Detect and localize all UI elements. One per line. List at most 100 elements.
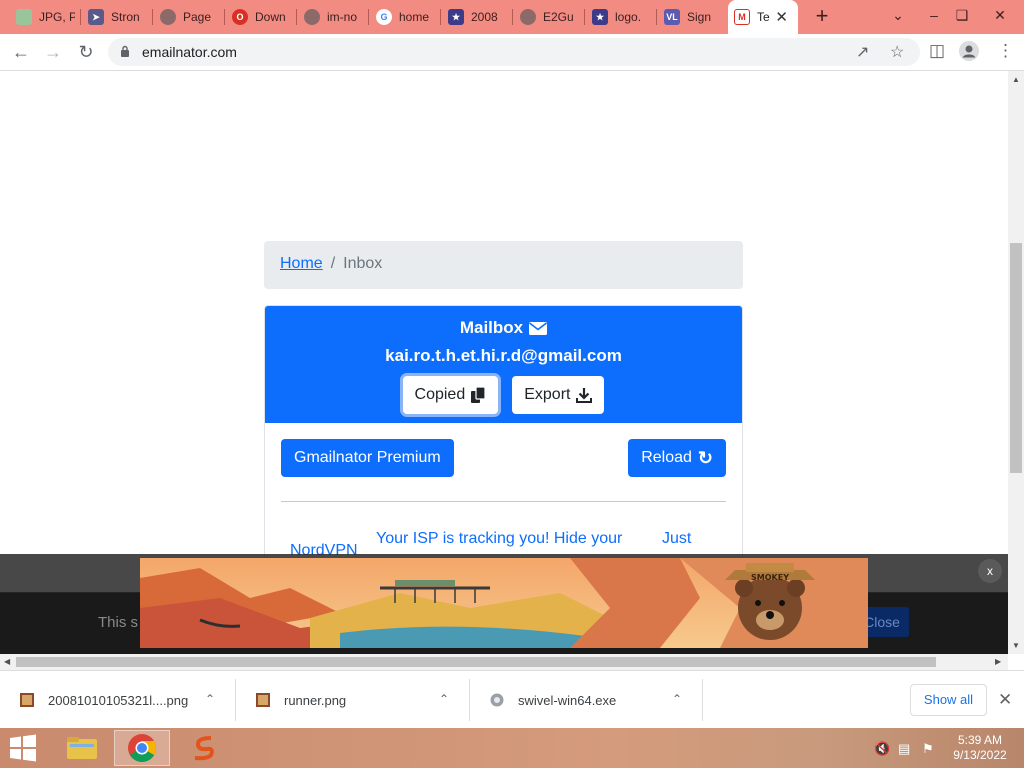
tab-separator: [368, 9, 369, 25]
tab-label: Stron: [111, 10, 140, 24]
tab-2[interactable]: ➤ Stron: [82, 4, 150, 30]
download-item[interactable]: swivel-win64.exe ⌃: [470, 679, 703, 721]
breadcrumb: Home / Inbox: [264, 241, 743, 289]
mailbox-email: kai.ro.t.h.et.hi.r.d@gmail.com: [385, 346, 622, 365]
chevron-up-icon[interactable]: ⌃: [439, 692, 449, 706]
minimize-icon[interactable]: –: [922, 3, 946, 27]
restore-icon[interactable]: ❏: [950, 3, 974, 27]
reload-label: Reload: [641, 449, 692, 466]
scroll-up-arrow[interactable]: ▲: [1012, 75, 1020, 84]
tab-label: 2008: [471, 10, 498, 24]
horizontal-scrollbar[interactable]: ◀ ▶: [0, 654, 1008, 670]
opera-icon: O: [232, 9, 248, 25]
tab-6[interactable]: G home: [370, 4, 438, 30]
envelope-icon: [529, 321, 548, 335]
tab-9[interactable]: ★ logo.: [586, 4, 654, 30]
image-file-icon: [256, 693, 270, 707]
close-window-icon[interactable]: ✕: [988, 3, 1012, 27]
taskbar-app[interactable]: [176, 730, 232, 766]
show-all-downloads-button[interactable]: Show all: [910, 684, 987, 716]
system-clock[interactable]: 5:39 AM 9/13/2022: [948, 733, 1012, 763]
scroll-right-arrow[interactable]: ▶: [995, 657, 1001, 666]
chrome-icon: [128, 734, 156, 762]
ad-close-button[interactable]: x: [978, 559, 1002, 583]
browser-toolbar: ← → ↻ emailnator.com ↗ ☆ ◫ ⋮: [0, 34, 1024, 71]
ad-badge-text: SMOKEY: [751, 573, 789, 582]
tab-label: home: [399, 10, 430, 24]
breadcrumb-home-link[interactable]: Home: [280, 255, 323, 272]
tab-8[interactable]: E2Gu: [514, 4, 582, 30]
copy-email-button[interactable]: Copied: [402, 376, 499, 414]
gmail-icon: M: [734, 9, 750, 25]
volume-muted-icon[interactable]: 🔇: [874, 741, 890, 757]
gmailnator-premium-button[interactable]: Gmailnator Premium: [281, 439, 454, 477]
download-item[interactable]: 20081010105321l....png ⌃: [0, 679, 236, 721]
message-time[interactable]: Just: [662, 530, 691, 548]
refresh-icon: ↻: [697, 447, 713, 468]
reload-button[interactable]: Reload ↻: [628, 439, 726, 477]
download-item[interactable]: runner.png ⌃: [236, 679, 470, 721]
profile-avatar-icon[interactable]: [959, 41, 979, 66]
copy-icon: [471, 387, 486, 403]
tab-separator: [440, 9, 441, 25]
copy-button-label: Copied: [414, 386, 466, 403]
download-filename: swivel-win64.exe: [518, 692, 617, 708]
tab-5[interactable]: im-no: [298, 4, 366, 30]
windows-taskbar: 🔇 ▤ ⚑ 5:39 AM 9/13/2022: [0, 728, 1024, 768]
scroll-left-arrow[interactable]: ◀: [4, 657, 10, 666]
url-text: emailnator.com: [142, 44, 237, 60]
reload-icon[interactable]: ↻: [74, 40, 98, 64]
consent-text: This s: [98, 614, 139, 631]
vertical-scrollbar[interactable]: ▲ ▼: [1008, 71, 1024, 654]
back-icon[interactable]: ←: [9, 40, 33, 64]
breadcrumb-separator: /: [330, 255, 336, 272]
exe-file-icon: [490, 693, 504, 707]
tab-4[interactable]: O Down: [226, 4, 294, 30]
bookmark-star-icon[interactable]: ☆: [890, 42, 904, 62]
tab-1[interactable]: JPG, P: [10, 4, 78, 30]
tab-7[interactable]: ★ 2008: [442, 4, 510, 30]
tab-label: E2Gu: [543, 10, 574, 24]
flag-icon: ★: [592, 9, 608, 25]
side-panel-icon[interactable]: ◫: [929, 41, 945, 61]
cursor-icon: ➤: [88, 9, 104, 25]
close-shelf-icon[interactable]: ✕: [998, 690, 1012, 710]
tab-label: JPG, P: [39, 10, 75, 24]
tab-separator: [80, 9, 81, 25]
horizontal-scroll-thumb[interactable]: [16, 657, 936, 667]
download-icon: [576, 388, 593, 403]
action-center-icon[interactable]: ⚑: [922, 741, 934, 757]
tab-separator: [656, 9, 657, 25]
tab-label: im-no: [327, 10, 358, 24]
new-tab-button[interactable]: +: [810, 4, 834, 30]
ad-banner[interactable]: SMOKEY: [140, 558, 868, 648]
vl-icon: VL: [664, 9, 680, 25]
close-tab-icon[interactable]: ✕: [775, 8, 788, 26]
menu-kebab-icon[interactable]: ⋮: [997, 41, 1014, 61]
google-icon: G: [376, 9, 392, 25]
tab-active[interactable]: M Te ✕: [728, 0, 798, 34]
taskbar-file-explorer[interactable]: [54, 730, 110, 766]
vertical-scroll-thumb[interactable]: [1010, 243, 1022, 473]
download-filename: 20081010105321l....png: [48, 692, 189, 708]
tab-label: Te: [757, 10, 770, 24]
address-bar[interactable]: emailnator.com ↗ ☆: [108, 38, 920, 66]
mailbox-header: Mailbox kai.ro.t.h.et.hi.r.d@gmail.com C…: [265, 306, 742, 423]
tab-separator: [512, 9, 513, 25]
message-subject[interactable]: Your ISP is tracking you! Hide your: [376, 530, 622, 548]
windows-start-icon[interactable]: [8, 734, 38, 762]
taskbar-chrome[interactable]: [114, 730, 170, 766]
tab-label: Down: [255, 10, 286, 24]
scroll-down-arrow[interactable]: ▼: [1012, 641, 1020, 650]
folder-icon: [67, 737, 97, 759]
share-icon[interactable]: ↗: [856, 42, 869, 62]
tab-separator: [296, 9, 297, 25]
tab-search-icon[interactable]: ⌄: [886, 3, 910, 27]
forward-icon[interactable]: →: [41, 40, 65, 64]
tab-3[interactable]: Page: [154, 4, 222, 30]
tab-10[interactable]: VL Sign: [658, 4, 726, 30]
chevron-up-icon[interactable]: ⌃: [672, 692, 682, 706]
network-icon[interactable]: ▤: [898, 741, 910, 757]
export-button[interactable]: Export: [512, 376, 605, 414]
chevron-up-icon[interactable]: ⌃: [205, 692, 215, 706]
